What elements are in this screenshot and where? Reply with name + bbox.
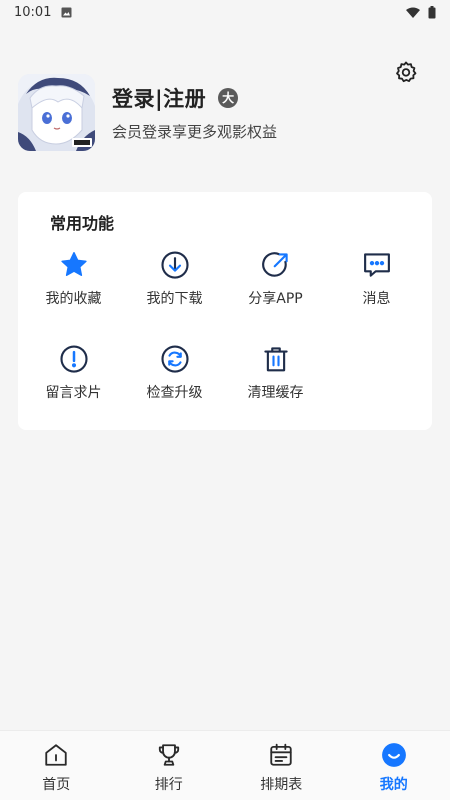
profile-smile-icon: [380, 741, 408, 769]
request-movie-button[interactable]: 留言求片: [23, 344, 124, 438]
profile-info: 登录|注册 大 会员登录享更多观影权益: [112, 83, 277, 142]
tab-ranking[interactable]: 排行: [113, 731, 226, 800]
tab-ranking-label: 排行: [154, 777, 183, 793]
tab-mine[interactable]: 我的: [338, 731, 450, 800]
clear-cache-label: 清理缓存: [247, 385, 304, 401]
share-app-button[interactable]: 分享APP: [225, 250, 326, 344]
favorites-label: 我的收藏: [45, 291, 102, 307]
downloads-label: 我的下载: [146, 291, 203, 307]
image-notification-icon: [61, 7, 72, 17]
calendar-icon: [267, 741, 295, 769]
login-register-link[interactable]: 登录|注册: [112, 83, 206, 113]
tab-home-label: 首页: [42, 777, 71, 793]
tab-home[interactable]: 首页: [0, 731, 113, 800]
tab-schedule[interactable]: 排期表: [225, 731, 338, 800]
tab-mine-label: 我的: [379, 777, 408, 793]
login-row: 登录|注册 大: [112, 83, 277, 113]
share-icon: [261, 250, 291, 280]
avatar[interactable]: [18, 73, 95, 151]
profile-header: 登录|注册 大 会员登录享更多观影权益: [18, 72, 432, 152]
status-bar: 10:01: [0, 0, 450, 24]
messages-label: 消息: [362, 291, 391, 307]
anime-avatar-image: [18, 73, 95, 151]
common-functions-card: 常用功能 我的收藏 我的下载 分享APP 消息 留言求片 检查升级 清理缓存: [18, 192, 432, 430]
share-app-label: 分享APP: [248, 291, 303, 307]
favorites-button[interactable]: 我的收藏: [23, 250, 124, 344]
battery-icon: [428, 5, 436, 18]
clear-cache-button[interactable]: 清理缓存: [225, 344, 326, 438]
trophy-icon: [155, 741, 183, 769]
messages-button[interactable]: 消息: [326, 250, 427, 344]
star-icon: [59, 250, 89, 280]
exclamation-icon: [59, 344, 89, 374]
trash-icon: [261, 344, 291, 374]
message-icon: [362, 250, 392, 280]
request-movie-label: 留言求片: [45, 385, 102, 401]
member-benefit-text: 会员登录享更多观影权益: [112, 122, 278, 141]
wifi-icon: [406, 7, 420, 18]
tab-schedule-label: 排期表: [260, 777, 303, 793]
check-update-button[interactable]: 检查升级: [124, 344, 225, 438]
bottom-tab-bar: 首页 排行 排期表 我的: [0, 730, 450, 800]
status-time: 10:01: [14, 4, 52, 20]
level-badge: 大: [218, 87, 239, 108]
downloads-button[interactable]: 我的下载: [124, 250, 225, 344]
functions-grid: 我的收藏 我的下载 分享APP 消息 留言求片 检查升级 清理缓存: [23, 250, 427, 438]
refresh-icon: [160, 344, 190, 374]
check-update-label: 检查升级: [146, 385, 203, 401]
home-icon: [42, 741, 70, 769]
download-icon: [160, 250, 190, 280]
card-title: 常用功能: [50, 214, 115, 233]
